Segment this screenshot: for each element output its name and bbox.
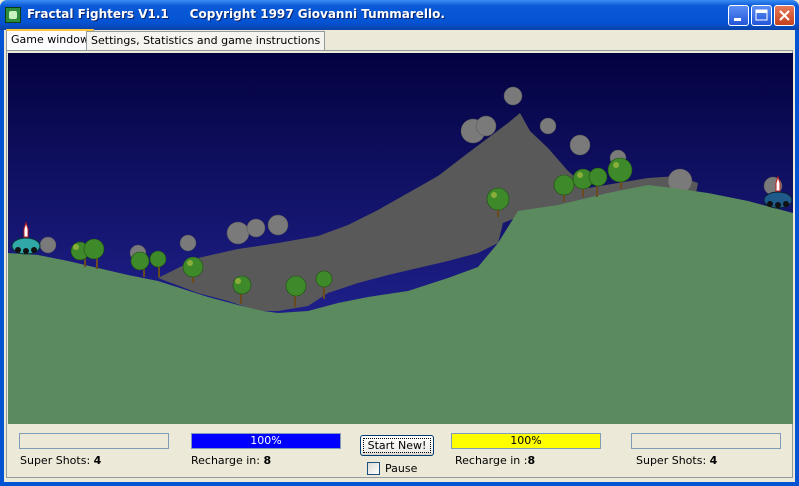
left-super-shots-label: Super Shots: <box>20 454 91 467</box>
left-recharge-label: Recharge in: <box>191 454 260 467</box>
left-recharge-text: Recharge in: 8 <box>191 454 271 467</box>
close-button[interactable] <box>774 5 795 26</box>
left-power-bar: 100% <box>191 433 341 449</box>
pause-label[interactable]: Pause <box>385 462 417 475</box>
maximize-icon <box>755 9 768 21</box>
right-recharge-text: Recharge in :8 <box>455 454 535 467</box>
game-canvas[interactable] <box>8 53 793 424</box>
minimize-icon <box>734 18 741 21</box>
minimize-button[interactable] <box>728 5 749 26</box>
tab-game-window[interactable]: Game window <box>6 29 94 51</box>
window-frame-right <box>795 30 799 486</box>
app-icon <box>5 7 21 23</box>
left-power-text: 100% <box>250 434 282 447</box>
right-super-shots-label: Super Shots: <box>636 454 707 467</box>
window-title: Fractal Fighters V1.1 Copyright 1997 Gio… <box>27 7 445 21</box>
right-super-shots-text: Super Shots: 4 <box>636 454 717 467</box>
title-bar[interactable]: Fractal Fighters V1.1 Copyright 1997 Gio… <box>0 0 799 30</box>
right-power-bar: 100% <box>451 433 601 449</box>
pause-checkbox[interactable] <box>367 462 380 475</box>
right-super-shots-value: 4 <box>709 454 718 467</box>
window-frame-left <box>0 30 4 486</box>
start-new-button[interactable]: Start New! <box>360 435 434 456</box>
right-power-text: 100% <box>510 434 542 447</box>
maximize-button[interactable] <box>751 5 772 26</box>
right-super-shots-bar <box>631 433 781 449</box>
left-recharge-value: 8 <box>263 454 272 467</box>
close-icon <box>779 10 790 21</box>
left-super-shots-bar <box>19 433 169 449</box>
left-super-shots-text: Super Shots: 4 <box>20 454 101 467</box>
window-frame-bottom <box>0 482 799 486</box>
tab-settings[interactable]: Settings, Statistics and game instructio… <box>86 31 326 50</box>
right-recharge-label: Recharge in : <box>455 454 528 467</box>
left-super-shots-value: 4 <box>93 454 102 467</box>
right-recharge-value: 8 <box>527 454 536 467</box>
